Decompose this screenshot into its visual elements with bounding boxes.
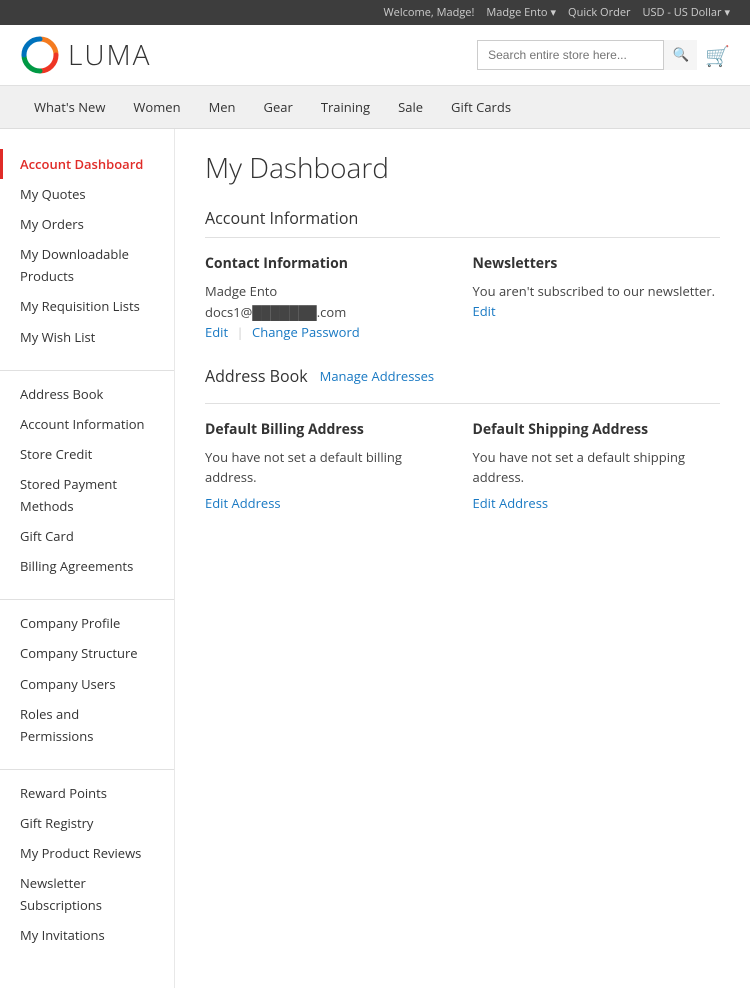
main-layout: Account Dashboard My Quotes My Orders My… <box>0 129 750 988</box>
contact-actions: Edit | Change Password <box>205 323 453 341</box>
contact-name: Madge Ento <box>205 281 453 302</box>
address-grid: Default Billing Address You have not set… <box>205 420 720 513</box>
sidebar-item-gift-registry[interactable]: Gift Registry <box>0 808 174 838</box>
header: LUMA 🔍 🛒 <box>0 25 750 86</box>
sidebar-item-my-quotes[interactable]: My Quotes <box>0 179 174 209</box>
logo-icon <box>20 35 60 75</box>
contact-edit-link[interactable]: Edit <box>205 323 228 341</box>
action-divider: | <box>236 323 243 341</box>
contact-info-block: Contact Information Madge Ento docs1@███… <box>205 254 453 341</box>
chevron-down-icon: ▾ <box>551 5 557 20</box>
quick-order-link[interactable]: Quick Order <box>568 5 630 20</box>
change-password-link[interactable]: Change Password <box>252 323 360 341</box>
chevron-down-icon: ▾ <box>724 5 730 20</box>
contact-info-heading: Contact Information <box>205 254 453 273</box>
sidebar-section-3: Company Profile Company Structure Compan… <box>0 608 174 750</box>
newsletters-text: You aren't subscribed to our newsletter. <box>473 281 721 302</box>
search-wrapper: 🔍 <box>477 40 697 70</box>
nav-item-gift-cards[interactable]: Gift Cards <box>437 86 525 128</box>
address-book-section-title: Address Book <box>205 365 308 387</box>
address-book-header: Address Book Manage Addresses <box>205 365 720 387</box>
main-nav: What's New Women Men Gear Training Sale … <box>0 86 750 129</box>
billing-edit-link[interactable]: Edit Address <box>205 494 281 512</box>
sidebar-item-account-information[interactable]: Account Information <box>0 409 174 439</box>
nav-item-sale[interactable]: Sale <box>384 86 437 128</box>
sidebar: Account Dashboard My Quotes My Orders My… <box>0 129 175 988</box>
sidebar-section-4: Reward Points Gift Registry My Product R… <box>0 778 174 951</box>
sidebar-item-newsletter-subscriptions[interactable]: Newsletter Subscriptions <box>0 868 174 920</box>
shipping-text: You have not set a default shipping addr… <box>473 447 721 489</box>
shipping-edit-link[interactable]: Edit Address <box>473 494 549 512</box>
sidebar-divider-1 <box>0 370 174 371</box>
account-info-section-title: Account Information <box>205 207 720 238</box>
nav-item-whats-new[interactable]: What's New <box>20 86 119 128</box>
page-title: My Dashboard <box>205 149 720 187</box>
sidebar-item-store-credit[interactable]: Store Credit <box>0 439 174 469</box>
sidebar-item-my-requisition-lists[interactable]: My Requisition Lists <box>0 291 174 321</box>
account-info-grid: Contact Information Madge Ento docs1@███… <box>205 254 720 341</box>
sidebar-item-gift-card[interactable]: Gift Card <box>0 521 174 551</box>
logo-area[interactable]: LUMA <box>20 35 151 75</box>
sidebar-item-billing-agreements[interactable]: Billing Agreements <box>0 551 174 581</box>
sidebar-item-my-product-reviews[interactable]: My Product Reviews <box>0 838 174 868</box>
sidebar-item-company-profile[interactable]: Company Profile <box>0 608 174 638</box>
shipping-address-block: Default Shipping Address You have not se… <box>473 420 721 513</box>
currency-dropdown[interactable]: USD - US Dollar ▾ <box>643 5 731 20</box>
search-button[interactable]: 🔍 <box>663 40 697 70</box>
sidebar-item-account-dashboard[interactable]: Account Dashboard <box>0 149 174 179</box>
main-content: My Dashboard Account Information Contact… <box>175 129 750 988</box>
sidebar-section-1: Account Dashboard My Quotes My Orders My… <box>0 149 174 352</box>
address-book-divider <box>205 403 720 404</box>
nav-item-men[interactable]: Men <box>195 86 250 128</box>
shipping-heading: Default Shipping Address <box>473 420 721 439</box>
newsletters-heading: Newsletters <box>473 254 721 273</box>
newsletters-block: Newsletters You aren't subscribed to our… <box>473 254 721 341</box>
sidebar-item-address-book[interactable]: Address Book <box>0 379 174 409</box>
nav-item-gear[interactable]: Gear <box>250 86 307 128</box>
billing-address-block: Default Billing Address You have not set… <box>205 420 453 513</box>
top-bar: Welcome, Madge! Madge Ento ▾ Quick Order… <box>0 0 750 25</box>
sidebar-item-company-structure[interactable]: Company Structure <box>0 638 174 668</box>
sidebar-item-my-downloadable-products[interactable]: My Downloadable Products <box>0 239 174 291</box>
sidebar-divider-2 <box>0 599 174 600</box>
sidebar-divider-3 <box>0 769 174 770</box>
manage-addresses-link[interactable]: Manage Addresses <box>320 367 434 385</box>
sidebar-item-my-orders[interactable]: My Orders <box>0 209 174 239</box>
sidebar-item-reward-points[interactable]: Reward Points <box>0 778 174 808</box>
nav-item-training[interactable]: Training <box>307 86 384 128</box>
sidebar-item-stored-payment-methods[interactable]: Stored Payment Methods <box>0 469 174 521</box>
logo-text: LUMA <box>68 36 151 74</box>
contact-email: docs1@███████.com <box>205 302 453 323</box>
sidebar-item-roles-and-permissions[interactable]: Roles and Permissions <box>0 699 174 751</box>
search-area: 🔍 🛒 <box>477 40 730 70</box>
sidebar-item-my-wish-list[interactable]: My Wish List <box>0 322 174 352</box>
newsletters-edit-link[interactable]: Edit <box>473 302 496 320</box>
billing-text: You have not set a default billing addre… <box>205 447 453 489</box>
welcome-message: Welcome, Madge! <box>384 5 475 20</box>
sidebar-item-my-invitations[interactable]: My Invitations <box>0 920 174 950</box>
sidebar-item-company-users[interactable]: Company Users <box>0 669 174 699</box>
nav-item-women[interactable]: Women <box>119 86 194 128</box>
cart-icon[interactable]: 🛒 <box>705 42 730 69</box>
account-dropdown[interactable]: Madge Ento ▾ <box>486 5 556 20</box>
billing-heading: Default Billing Address <box>205 420 453 439</box>
